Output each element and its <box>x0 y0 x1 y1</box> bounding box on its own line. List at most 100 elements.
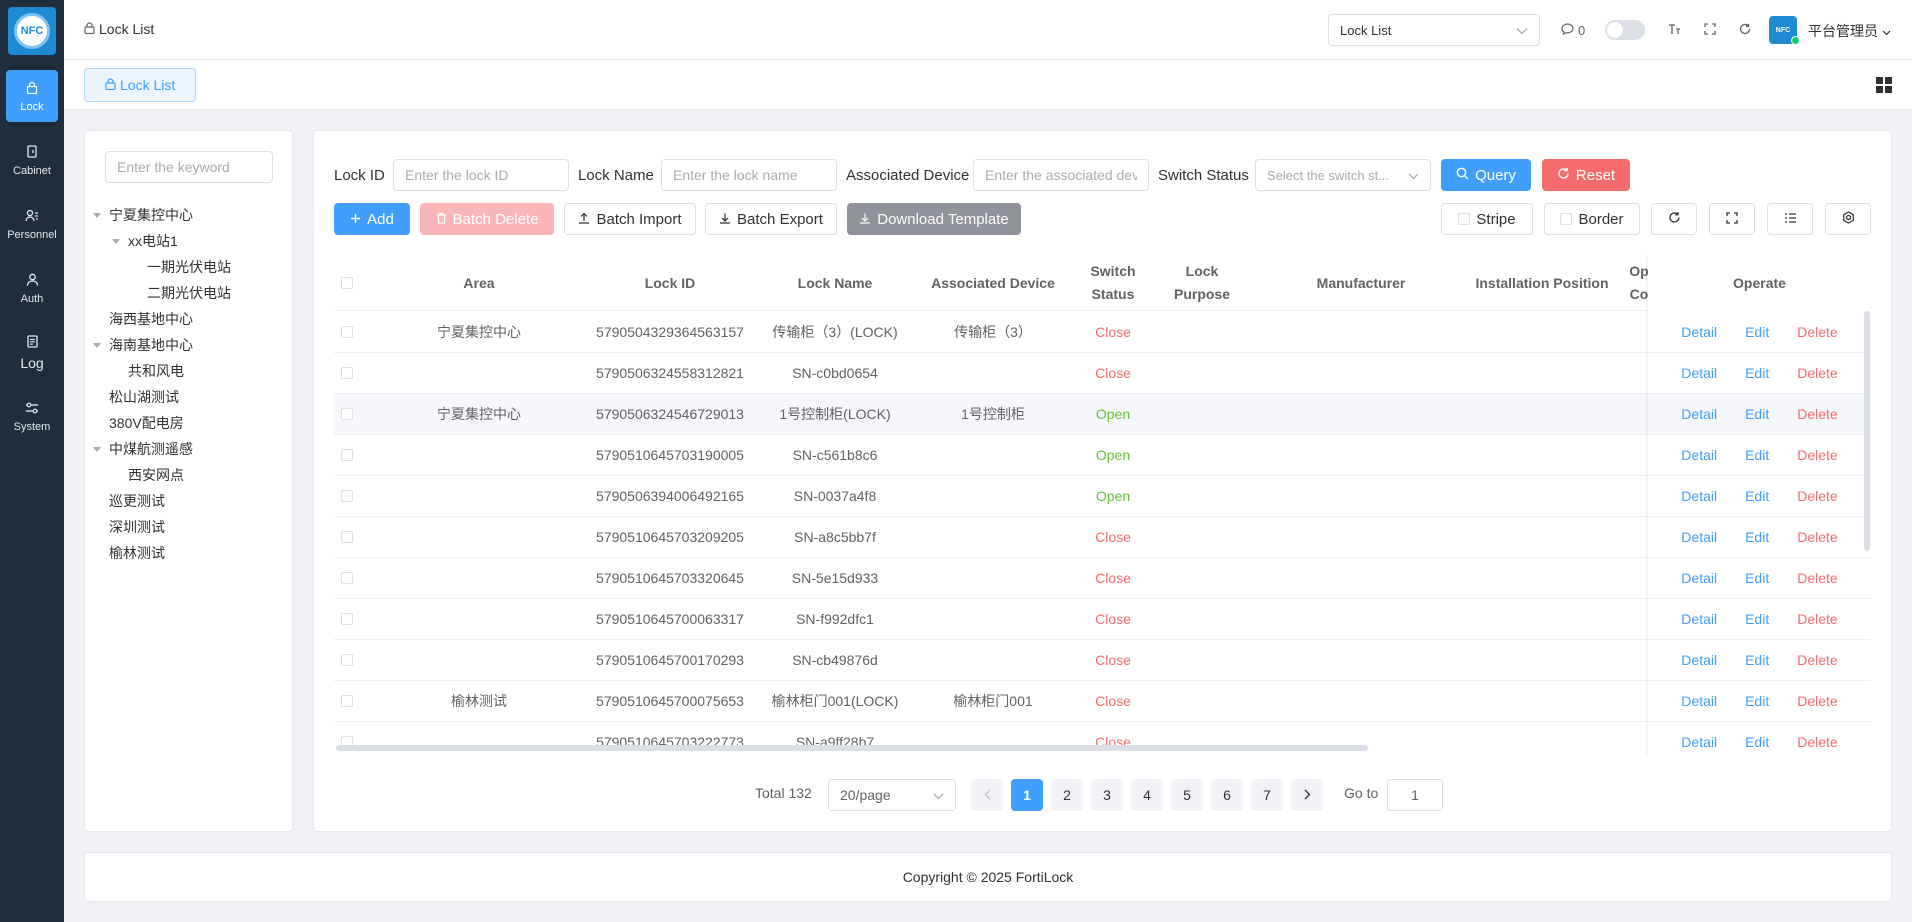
page-button[interactable]: 7 <box>1251 779 1283 811</box>
delete-link[interactable]: Delete <box>1797 693 1837 709</box>
table-row[interactable]: 5790510645703190005 SN-c561b8c6 Open Detail… <box>334 435 1871 476</box>
edit-link[interactable]: Edit <box>1745 365 1769 381</box>
page-button[interactable]: 3 <box>1091 779 1123 811</box>
page-button[interactable]: 5 <box>1171 779 1203 811</box>
tree-node[interactable]: 榆林测试 <box>109 540 165 566</box>
caret-down-icon[interactable] <box>93 446 101 452</box>
tree-node[interactable]: 海西基地中心 <box>109 306 193 332</box>
detail-link[interactable]: Detail <box>1681 734 1717 750</box>
tree-node[interactable]: 共和风电 <box>128 358 184 384</box>
delete-link[interactable]: Delete <box>1797 488 1837 504</box>
delete-link[interactable]: Delete <box>1797 652 1837 668</box>
goto-page-input[interactable] <box>1387 779 1443 811</box>
delete-link[interactable]: Delete <box>1797 611 1837 627</box>
switch-status-select[interactable]: Select the switch st... <box>1255 159 1431 191</box>
edit-link[interactable]: Edit <box>1745 529 1769 545</box>
edit-link[interactable]: Edit <box>1745 734 1769 750</box>
sidebar-item-auth[interactable]: Auth <box>6 262 58 314</box>
tree-search-input[interactable] <box>105 151 273 183</box>
border-checkbox[interactable]: Border <box>1544 203 1640 235</box>
detail-link[interactable]: Detail <box>1681 693 1717 709</box>
detail-link[interactable]: Detail <box>1681 611 1717 627</box>
table-settings-button[interactable] <box>1825 203 1871 235</box>
row-checkbox[interactable] <box>334 517 360 557</box>
row-checkbox[interactable] <box>334 640 360 680</box>
row-checkbox[interactable] <box>334 558 360 598</box>
vertical-scrollbar[interactable] <box>1864 311 1870 551</box>
edit-link[interactable]: Edit <box>1745 652 1769 668</box>
delete-link[interactable]: Delete <box>1797 406 1837 422</box>
next-page-button[interactable] <box>1291 779 1323 811</box>
table-row[interactable]: 5790510645700063317 SN-f992dfc1 Close Detai… <box>334 599 1871 640</box>
caret-down-icon[interactable] <box>112 238 120 244</box>
delete-link[interactable]: Delete <box>1797 324 1837 340</box>
message-button[interactable]: 0 <box>1561 20 1585 40</box>
sidebar-item-lock[interactable]: Lock <box>6 70 58 122</box>
lock-id-input[interactable] <box>393 159 569 191</box>
tree-node[interactable]: 一期光伏电站 <box>147 254 231 280</box>
table-row[interactable]: 5790506324558312821 SN-c0bd0654 Close Detai… <box>334 353 1871 394</box>
row-checkbox[interactable] <box>334 394 360 434</box>
refresh-table-button[interactable] <box>1651 203 1697 235</box>
row-checkbox[interactable] <box>334 435 360 475</box>
prev-page-button[interactable] <box>971 779 1003 811</box>
row-checkbox[interactable] <box>334 353 360 393</box>
tree-node[interactable]: 深圳测试 <box>109 514 165 540</box>
fullscreen-button[interactable] <box>1704 20 1716 40</box>
delete-link[interactable]: Delete <box>1797 365 1837 381</box>
caret-down-icon[interactable] <box>93 212 101 218</box>
tree-node[interactable]: 海南基地中心 <box>93 332 193 358</box>
delete-link[interactable]: Delete <box>1797 529 1837 545</box>
edit-link[interactable]: Edit <box>1745 406 1769 422</box>
batch-delete-button[interactable]: Batch Delete <box>420 203 554 235</box>
add-button[interactable]: Add <box>334 203 410 235</box>
table-fullscreen-button[interactable] <box>1709 203 1755 235</box>
batch-export-button[interactable]: Batch Export <box>705 203 837 235</box>
horizontal-scrollbar[interactable] <box>336 745 1368 751</box>
tree-node[interactable]: 巡更测试 <box>109 488 165 514</box>
detail-link[interactable]: Detail <box>1681 570 1717 586</box>
lock-name-input[interactable] <box>661 159 837 191</box>
edit-link[interactable]: Edit <box>1745 611 1769 627</box>
page-button[interactable]: 4 <box>1131 779 1163 811</box>
table-row[interactable]: 宁夏集控中心 5790504329364563157 传输柜（3）(LOCK) 传输柜… <box>334 312 1871 353</box>
sidebar-item-system[interactable]: System <box>6 390 58 442</box>
column-settings-button[interactable] <box>1767 203 1813 235</box>
detail-link[interactable]: Detail <box>1681 324 1717 340</box>
download-template-button[interactable]: Download Template <box>847 203 1021 235</box>
page-button[interactable]: 6 <box>1211 779 1243 811</box>
detail-link[interactable]: Detail <box>1681 365 1717 381</box>
detail-link[interactable]: Detail <box>1681 406 1717 422</box>
tree-node[interactable]: 松山湖测试 <box>109 384 179 410</box>
reset-button[interactable]: Reset <box>1542 159 1630 191</box>
edit-link[interactable]: Edit <box>1745 447 1769 463</box>
page-button[interactable]: 2 <box>1051 779 1083 811</box>
edit-link[interactable]: Edit <box>1745 324 1769 340</box>
delete-link[interactable]: Delete <box>1797 734 1837 750</box>
caret-down-icon[interactable] <box>93 342 101 348</box>
detail-link[interactable]: Detail <box>1681 488 1717 504</box>
tree-node[interactable]: 380V配电房 <box>109 410 184 436</box>
detail-link[interactable]: Detail <box>1681 529 1717 545</box>
query-button[interactable]: Query <box>1441 159 1531 191</box>
row-checkbox[interactable] <box>334 599 360 639</box>
batch-import-button[interactable]: Batch Import <box>564 203 696 235</box>
font-size-button[interactable] <box>1668 20 1681 40</box>
page-button[interactable]: 1 <box>1011 779 1043 811</box>
delete-link[interactable]: Delete <box>1797 570 1837 586</box>
edit-link[interactable]: Edit <box>1745 570 1769 586</box>
page-size-select[interactable]: 20/page <box>828 779 956 811</box>
tree-node[interactable]: xx电站1 <box>112 228 178 254</box>
user-menu[interactable]: 平台管理员 <box>1808 21 1891 41</box>
edit-link[interactable]: Edit <box>1745 693 1769 709</box>
menu-search-select[interactable]: Lock List <box>1328 14 1540 46</box>
row-checkbox[interactable] <box>334 312 360 352</box>
sidebar-item-cabinet[interactable]: Cabinet <box>6 134 58 186</box>
tab-lock-list[interactable]: Lock List <box>84 68 197 102</box>
detail-link[interactable]: Detail <box>1681 652 1717 668</box>
table-row[interactable]: 5790510645703209205 SN-a8c5bb7f Close Detai… <box>334 517 1871 558</box>
table-row[interactable]: 5790510645703320645 SN-5e15d933 Close Detai… <box>334 558 1871 599</box>
sidebar-item-log[interactable]: Log <box>6 326 58 378</box>
table-row[interactable]: 榆林测试 5790510645700075653 榆林柜门001(LOCK) 榆林柜门… <box>334 681 1871 722</box>
table-row[interactable]: 5790510645700170293 SN-cb49876d Close Detai… <box>334 640 1871 681</box>
